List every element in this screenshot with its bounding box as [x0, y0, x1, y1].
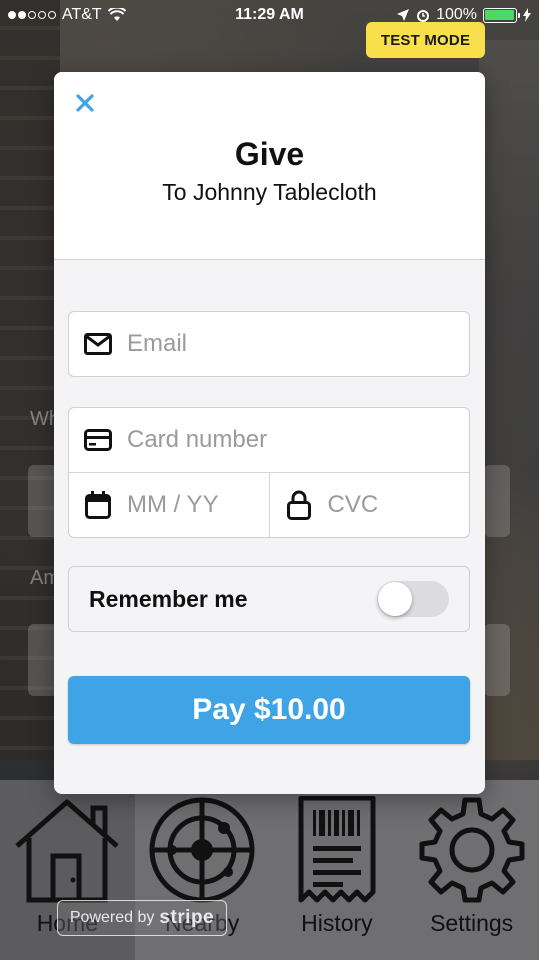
status-time: 11:29 AM — [235, 6, 304, 23]
battery-icon — [482, 7, 520, 23]
modal-title: Give — [234, 136, 305, 172]
tab-settings-label: Settings — [430, 910, 514, 936]
email-placeholder: Email — [127, 330, 188, 357]
cvc-placeholder: CVC — [327, 491, 379, 518]
lock-icon — [284, 490, 314, 520]
tab-settings[interactable]: Settings — [404, 780, 539, 960]
gear-icon — [419, 797, 525, 903]
location-icon — [397, 9, 410, 21]
remember-me-toggle[interactable] — [377, 581, 449, 617]
email-group: Email — [68, 311, 470, 377]
test-mode-badge: TEST MODE — [366, 22, 485, 58]
remember-me-label: Remember me — [89, 585, 248, 612]
card-details-row: MM / YY CVC — [69, 472, 469, 537]
expiry-field[interactable]: MM / YY — [69, 473, 269, 537]
email-field[interactable]: Email — [69, 312, 469, 376]
charging-icon — [522, 8, 531, 22]
card-number-field[interactable]: Card number — [69, 408, 469, 472]
calendar-icon — [83, 490, 113, 520]
remember-me-row: Remember me — [68, 566, 470, 632]
pay-button[interactable]: Pay $10.00 — [68, 676, 470, 744]
expiry-placeholder: MM / YY — [127, 491, 219, 518]
signal-icon — [8, 11, 56, 19]
close-button[interactable] — [72, 90, 98, 116]
envelope-icon — [83, 329, 113, 359]
status-left: AT&T — [8, 6, 182, 24]
wifi-icon — [107, 8, 126, 21]
close-icon — [76, 94, 94, 112]
payment-modal: Give To Johnny Tablecloth Email Card num… — [54, 72, 485, 794]
radar-icon — [149, 797, 255, 903]
powered-by-label: Powered by — [69, 909, 155, 926]
modal-header: Give To Johnny Tablecloth — [54, 72, 485, 260]
powered-by-stripe-badge[interactable]: Powered by stripe — [57, 900, 227, 936]
tab-history[interactable]: History — [270, 780, 405, 960]
modal-subtitle: To Johnny Tablecloth — [162, 179, 377, 205]
carrier-label: AT&T — [62, 6, 102, 23]
stripe-logo: stripe — [159, 907, 215, 928]
toggle-knob — [378, 582, 412, 616]
credit-card-icon — [83, 425, 113, 455]
card-number-placeholder: Card number — [127, 426, 268, 453]
alarm-icon — [417, 10, 430, 22]
tab-history-label: History — [301, 910, 373, 936]
cvc-field[interactable]: CVC — [268, 473, 470, 537]
card-group: Card number MM / YY CVC — [68, 407, 470, 538]
receipt-icon — [298, 796, 376, 903]
home-icon — [15, 799, 120, 903]
